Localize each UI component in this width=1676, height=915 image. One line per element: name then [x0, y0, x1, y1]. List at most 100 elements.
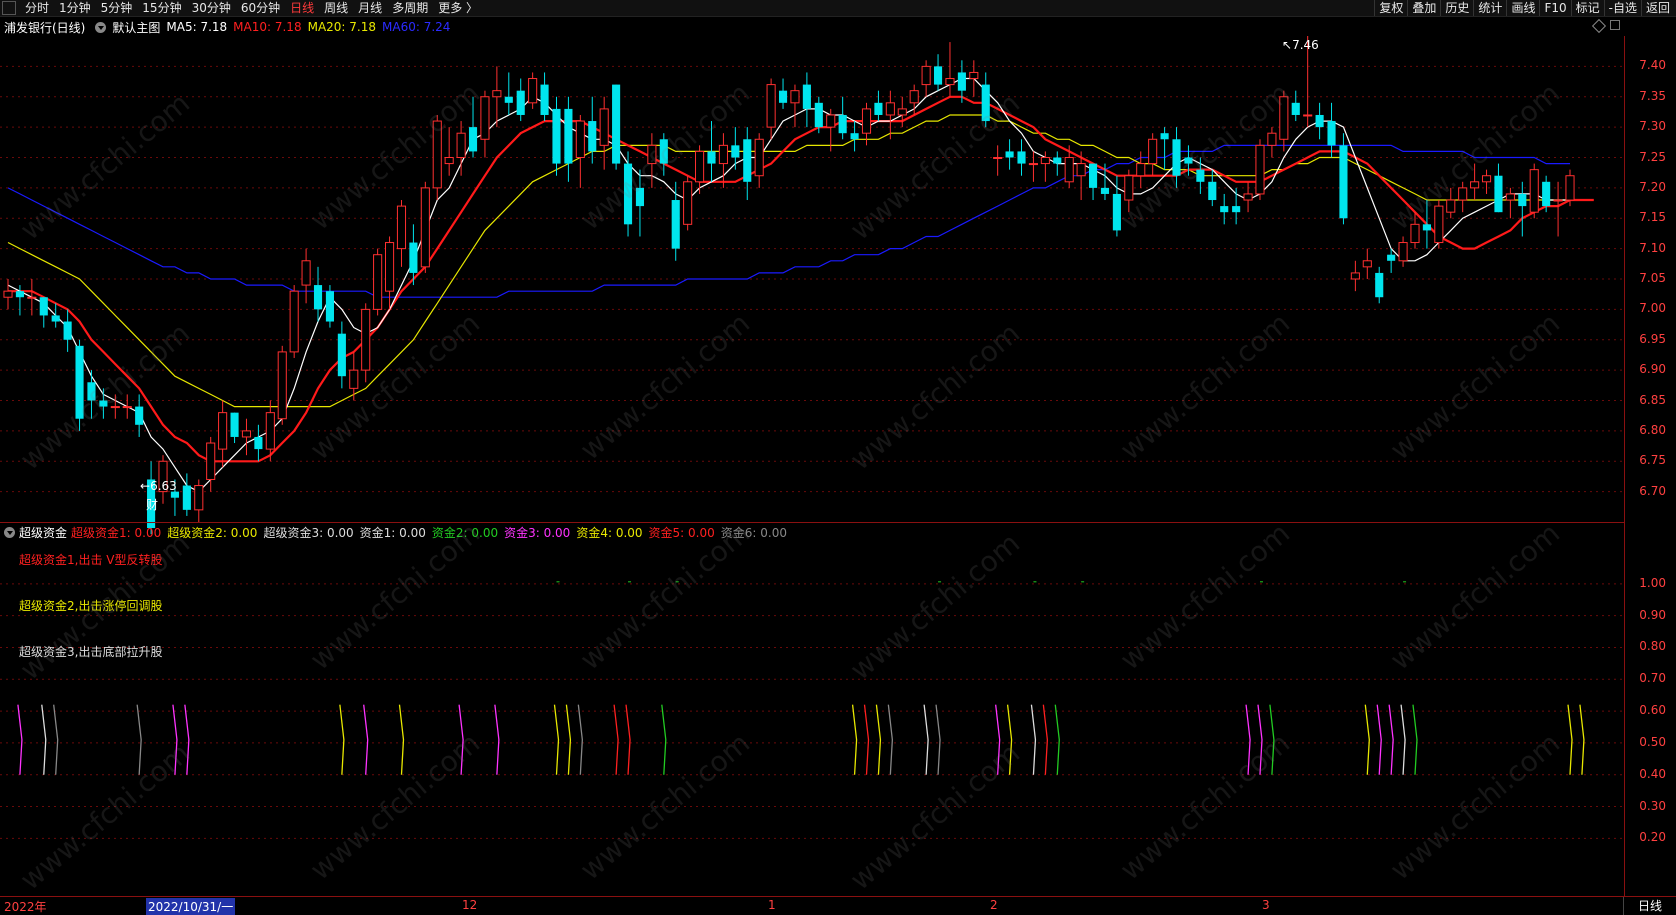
- candle-body: [122, 406, 132, 409]
- period-tab-2[interactable]: 5分钟: [96, 0, 138, 16]
- year-label: 2022年: [4, 900, 47, 914]
- period-tab-8[interactable]: 月线: [353, 0, 387, 16]
- indicator-bar: [17, 704, 23, 775]
- price-tick-14: 6.70: [1639, 483, 1666, 498]
- ma-line-ma20: [7, 114, 1570, 408]
- candle-body: [802, 84, 811, 109]
- period-tab-5[interactable]: 60分钟: [236, 0, 285, 16]
- template-name[interactable]: 默认主图: [112, 19, 160, 36]
- indicator-bar: [398, 704, 405, 775]
- candle-body: [874, 102, 883, 115]
- toolbar-action-2[interactable]: 历史: [1440, 0, 1473, 16]
- candle-body: [933, 66, 943, 85]
- candle-body: [1279, 96, 1289, 140]
- date-axis-bar: 2022年 2022/10/31/一 12 1 2 3 日线: [0, 896, 1676, 915]
- indicator-bar: [625, 704, 631, 775]
- low-arrow: ←: [140, 479, 151, 493]
- period-indicator[interactable]: 日线: [1623, 897, 1676, 915]
- candle-body: [361, 308, 371, 371]
- indicator-bar: [851, 704, 858, 775]
- indicator-tick-5: 0.50: [1639, 734, 1666, 749]
- high-arrow: ↖: [1282, 38, 1293, 52]
- stock-title[interactable]: 浦发银行(日线): [4, 19, 85, 36]
- period-tab-4[interactable]: 30分钟: [187, 0, 236, 16]
- toolbar-action-6[interactable]: 标记: [1570, 0, 1604, 16]
- toolbar-actions: 复权 叠加 历史 统计 画线 F10 标记 -自选 返回: [1374, 0, 1674, 16]
- indicator-bar: [1269, 704, 1275, 775]
- low-price-label: ←6.63: [140, 479, 177, 493]
- ma60-value: MA60: 7.24: [382, 20, 451, 34]
- indicator-value-8: 资金6: 0.00: [720, 525, 787, 540]
- period-tab-10[interactable]: 更多 〉: [433, 0, 483, 16]
- candle-body: [766, 84, 776, 128]
- candle-body: [396, 205, 407, 250]
- candle-body: [552, 108, 561, 164]
- period-tab-7[interactable]: 周线: [319, 0, 353, 16]
- maximize-icon[interactable]: [1610, 20, 1620, 30]
- candle-body: [325, 291, 334, 322]
- window-menu-icon[interactable]: [2, 1, 16, 15]
- indicator-bar: [995, 704, 1001, 775]
- candle-body: [230, 412, 239, 437]
- candle-body: [1243, 193, 1253, 201]
- template-dropdown-icon[interactable]: [95, 21, 107, 33]
- candle-body: [695, 150, 705, 183]
- ma20-value: MA20: 7.18: [307, 20, 377, 34]
- toolbar-action-5[interactable]: F10: [1539, 0, 1570, 16]
- candle-body: [778, 90, 788, 103]
- diamond-icon[interactable]: [1591, 18, 1607, 34]
- candle-body: [1136, 163, 1146, 177]
- top-toolbar: 分时 1分钟 5分钟 15分钟 30分钟 60分钟 日线 周线 月线 多周期 更多 〉 复权 叠加 历史…: [0, 0, 1676, 17]
- candle-body: [612, 84, 621, 164]
- toolbar-action-3[interactable]: 统计: [1473, 0, 1506, 16]
- period-tab-0[interactable]: 分时: [20, 0, 54, 16]
- candle-body: [1542, 181, 1551, 207]
- candle-body: [3, 290, 13, 298]
- indicator-value-1: 超级资金2: 0.00: [167, 525, 258, 540]
- period-tabs: 分时 1分钟 5分钟 15分钟 30分钟 60分钟 日线 周线 月线 多周期 更多 〉: [0, 0, 483, 16]
- finance-marker[interactable]: 财: [146, 496, 158, 513]
- price-tick-9: 6.95: [1639, 331, 1666, 346]
- toolbar-action-8[interactable]: 返回: [1640, 0, 1674, 16]
- toolbar-action-4[interactable]: 画线: [1506, 0, 1539, 16]
- candle-body: [1220, 206, 1229, 213]
- indicator-bar: [53, 704, 59, 775]
- candle-body: [1434, 205, 1444, 244]
- indicator-dropdown-icon[interactable]: [4, 526, 15, 538]
- indicator-bar: [1400, 704, 1406, 775]
- ma-line-ma5: [7, 77, 1570, 493]
- candle-body: [528, 78, 538, 104]
- candle-body: [1088, 163, 1098, 188]
- price-tick-10: 6.90: [1639, 362, 1666, 377]
- candle-body: [1470, 181, 1480, 189]
- candle-body: [671, 200, 680, 249]
- candle-body: [1458, 187, 1468, 201]
- candle-body: [850, 133, 859, 140]
- period-tab-9[interactable]: 多周期: [387, 0, 433, 16]
- candle-body: [265, 412, 275, 450]
- candle-body: [1124, 175, 1134, 201]
- month-3-label: 3: [1262, 898, 1270, 912]
- ma-line-ma60: [7, 144, 1570, 298]
- indicator-bar: [863, 704, 870, 775]
- candle-body: [385, 242, 395, 292]
- kline-chart[interactable]: [0, 36, 1624, 896]
- candle-body: [1446, 199, 1456, 213]
- candle-body: [206, 442, 216, 480]
- candle-body: [1303, 114, 1313, 117]
- indicator-tick-2: 0.80: [1639, 639, 1666, 654]
- toolbar-action-0[interactable]: 复权: [1374, 0, 1407, 16]
- candle-body: [540, 84, 549, 115]
- candle-body: [194, 485, 204, 511]
- candle-body: [707, 151, 716, 164]
- period-tab-3[interactable]: 15分钟: [137, 0, 186, 16]
- candle-body: [1553, 199, 1563, 202]
- toolbar-action-1[interactable]: 叠加: [1407, 0, 1440, 16]
- period-tab-1[interactable]: 1分钟: [54, 0, 96, 16]
- ma5-value: MA5: 7.18: [166, 20, 228, 34]
- period-tab-6[interactable]: 日线: [285, 0, 319, 16]
- indicator-bar: [184, 704, 190, 775]
- indicator-name[interactable]: 超级资金: [19, 524, 67, 541]
- candle-body: [516, 90, 525, 115]
- toolbar-action-7[interactable]: -自选: [1603, 0, 1641, 16]
